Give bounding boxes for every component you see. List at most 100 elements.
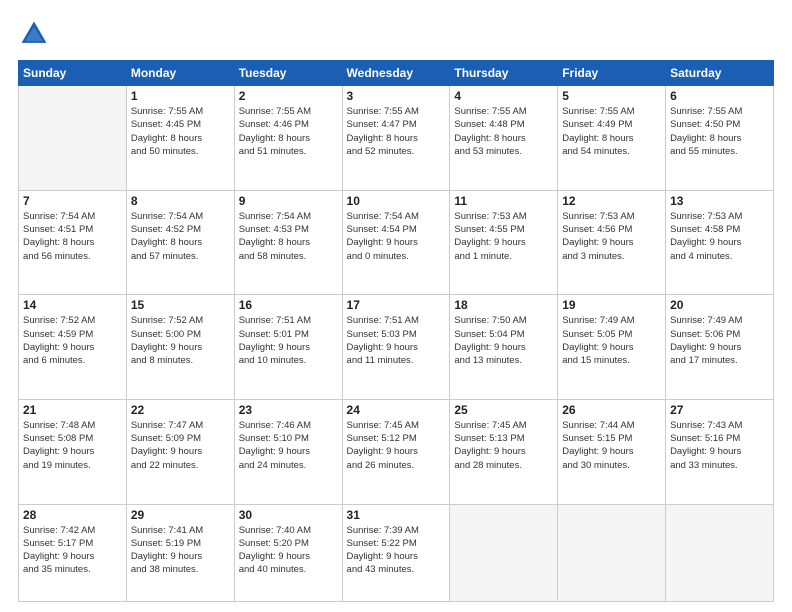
- day-cell: 1 Sunrise: 7:55 AM Sunset: 4:45 PM Daylig…: [126, 86, 234, 191]
- day-info: Sunrise: 7:53 AM Sunset: 4:58 PM Dayligh…: [670, 210, 769, 263]
- day-cell: 29 Sunrise: 7:41 AM Sunset: 5:19 PM Dayli…: [126, 504, 234, 602]
- day-info: Sunrise: 7:49 AM Sunset: 5:06 PM Dayligh…: [670, 314, 769, 367]
- day-info: Sunrise: 7:41 AM Sunset: 5:19 PM Dayligh…: [131, 524, 230, 577]
- day-cell: 15Sunrise: 7:52 AM Sunset: 5:00 PM Dayli…: [126, 295, 234, 400]
- day-number: 10: [347, 194, 446, 208]
- day-info: Sunrise: 7:45 AM Sunset: 5:13 PM Dayligh…: [454, 419, 553, 472]
- day-number: 17: [347, 298, 446, 312]
- day-cell: 20 Sunrise: 7:49 AM Sunset: 5:06 PM Dayli…: [666, 295, 774, 400]
- day-info: Sunrise: 7:46 AM Sunset: 5:10 PM Dayligh…: [239, 419, 338, 472]
- day-info: Sunrise: 7:55 AM Sunset: 4:48 PM Dayligh…: [454, 105, 553, 158]
- day-info: Sunrise: 7:44 AM Sunset: 5:15 PM Dayligh…: [562, 419, 661, 472]
- weekday-header: Tuesday: [234, 61, 342, 86]
- day-number: 18: [454, 298, 553, 312]
- day-cell: 4 Sunrise: 7:55 AM Sunset: 4:48 PM Daylig…: [450, 86, 558, 191]
- day-cell: [666, 504, 774, 602]
- week-row: 14 Sunrise: 7:52 AM Sunset: 4:59 PM Dayli…: [19, 295, 774, 400]
- day-cell: 14 Sunrise: 7:52 AM Sunset: 4:59 PM Dayli…: [19, 295, 127, 400]
- day-number: 1: [131, 89, 230, 103]
- weekday-header: Wednesday: [342, 61, 450, 86]
- day-info: Sunrise: 7:52 AM Sunset: 4:59 PM Dayligh…: [23, 314, 122, 367]
- day-cell: 31 Sunrise: 7:39 AM Sunset: 5:22 PM Dayli…: [342, 504, 450, 602]
- week-row: 1 Sunrise: 7:55 AM Sunset: 4:45 PM Daylig…: [19, 86, 774, 191]
- day-cell: 22Sunrise: 7:47 AM Sunset: 5:09 PM Dayli…: [126, 399, 234, 504]
- day-cell: 19 Sunrise: 7:49 AM Sunset: 5:05 PM Dayli…: [558, 295, 666, 400]
- day-info: Sunrise: 7:51 AM Sunset: 5:01 PM Dayligh…: [239, 314, 338, 367]
- week-row: 21 Sunrise: 7:48 AM Sunset: 5:08 PM Dayli…: [19, 399, 774, 504]
- weekday-header: Monday: [126, 61, 234, 86]
- day-cell: 23 Sunrise: 7:46 AM Sunset: 5:10 PM Dayli…: [234, 399, 342, 504]
- day-info: Sunrise: 7:54 AM Sunset: 4:54 PM Dayligh…: [347, 210, 446, 263]
- day-number: 29: [131, 508, 230, 522]
- day-info: Sunrise: 7:54 AM Sunset: 4:53 PM Dayligh…: [239, 210, 338, 263]
- day-info: Sunrise: 7:52 AM Sunset: 5:00 PM Dayligh…: [131, 314, 230, 367]
- day-cell: 2 Sunrise: 7:55 AM Sunset: 4:46 PM Daylig…: [234, 86, 342, 191]
- day-cell: 28Sunrise: 7:42 AM Sunset: 5:17 PM Dayli…: [19, 504, 127, 602]
- day-number: 25: [454, 403, 553, 417]
- page: SundayMondayTuesdayWednesdayThursdayFrid…: [0, 0, 792, 612]
- day-number: 6: [670, 89, 769, 103]
- day-info: Sunrise: 7:40 AM Sunset: 5:20 PM Dayligh…: [239, 524, 338, 577]
- calendar-table: SundayMondayTuesdayWednesdayThursdayFrid…: [18, 60, 774, 602]
- day-cell: 27Sunrise: 7:43 AM Sunset: 5:16 PM Dayli…: [666, 399, 774, 504]
- day-info: Sunrise: 7:45 AM Sunset: 5:12 PM Dayligh…: [347, 419, 446, 472]
- day-info: Sunrise: 7:55 AM Sunset: 4:50 PM Dayligh…: [670, 105, 769, 158]
- day-number: 5: [562, 89, 661, 103]
- day-number: 11: [454, 194, 553, 208]
- logo-icon: [18, 18, 50, 50]
- day-cell: 7 Sunrise: 7:54 AM Sunset: 4:51 PM Daylig…: [19, 190, 127, 295]
- day-info: Sunrise: 7:54 AM Sunset: 4:51 PM Dayligh…: [23, 210, 122, 263]
- day-number: 4: [454, 89, 553, 103]
- week-row: 7 Sunrise: 7:54 AM Sunset: 4:51 PM Daylig…: [19, 190, 774, 295]
- day-cell: 25 Sunrise: 7:45 AM Sunset: 5:13 PM Dayli…: [450, 399, 558, 504]
- day-cell: [450, 504, 558, 602]
- day-info: Sunrise: 7:54 AM Sunset: 4:52 PM Dayligh…: [131, 210, 230, 263]
- logo: [18, 18, 54, 50]
- weekday-header: Thursday: [450, 61, 558, 86]
- day-info: Sunrise: 7:55 AM Sunset: 4:49 PM Dayligh…: [562, 105, 661, 158]
- day-cell: 6 Sunrise: 7:55 AM Sunset: 4:50 PM Daylig…: [666, 86, 774, 191]
- day-cell: 24Sunrise: 7:45 AM Sunset: 5:12 PM Dayli…: [342, 399, 450, 504]
- day-number: 27: [670, 403, 769, 417]
- day-cell: [19, 86, 127, 191]
- day-info: Sunrise: 7:48 AM Sunset: 5:08 PM Dayligh…: [23, 419, 122, 472]
- day-cell: 26 Sunrise: 7:44 AM Sunset: 5:15 PM Dayli…: [558, 399, 666, 504]
- day-info: Sunrise: 7:47 AM Sunset: 5:09 PM Dayligh…: [131, 419, 230, 472]
- day-number: 2: [239, 89, 338, 103]
- day-cell: 21 Sunrise: 7:48 AM Sunset: 5:08 PM Dayli…: [19, 399, 127, 504]
- header: [18, 18, 774, 50]
- day-number: 31: [347, 508, 446, 522]
- day-cell: 18 Sunrise: 7:50 AM Sunset: 5:04 PM Dayli…: [450, 295, 558, 400]
- day-number: 19: [562, 298, 661, 312]
- weekday-header: Sunday: [19, 61, 127, 86]
- day-cell: 3Sunrise: 7:55 AM Sunset: 4:47 PM Daylig…: [342, 86, 450, 191]
- day-cell: [558, 504, 666, 602]
- day-number: 23: [239, 403, 338, 417]
- day-number: 12: [562, 194, 661, 208]
- day-info: Sunrise: 7:50 AM Sunset: 5:04 PM Dayligh…: [454, 314, 553, 367]
- day-cell: 17Sunrise: 7:51 AM Sunset: 5:03 PM Dayli…: [342, 295, 450, 400]
- day-info: Sunrise: 7:55 AM Sunset: 4:45 PM Dayligh…: [131, 105, 230, 158]
- day-number: 26: [562, 403, 661, 417]
- day-info: Sunrise: 7:39 AM Sunset: 5:22 PM Dayligh…: [347, 524, 446, 577]
- day-number: 9: [239, 194, 338, 208]
- day-cell: 10 Sunrise: 7:54 AM Sunset: 4:54 PM Dayli…: [342, 190, 450, 295]
- day-number: 14: [23, 298, 122, 312]
- day-number: 13: [670, 194, 769, 208]
- day-cell: 16Sunrise: 7:51 AM Sunset: 5:01 PM Dayli…: [234, 295, 342, 400]
- day-cell: 12 Sunrise: 7:53 AM Sunset: 4:56 PM Dayli…: [558, 190, 666, 295]
- day-number: 7: [23, 194, 122, 208]
- day-number: 8: [131, 194, 230, 208]
- day-info: Sunrise: 7:53 AM Sunset: 4:56 PM Dayligh…: [562, 210, 661, 263]
- weekday-header: Friday: [558, 61, 666, 86]
- day-number: 21: [23, 403, 122, 417]
- header-row: SundayMondayTuesdayWednesdayThursdayFrid…: [19, 61, 774, 86]
- day-cell: 13 Sunrise: 7:53 AM Sunset: 4:58 PM Dayli…: [666, 190, 774, 295]
- day-info: Sunrise: 7:49 AM Sunset: 5:05 PM Dayligh…: [562, 314, 661, 367]
- day-info: Sunrise: 7:55 AM Sunset: 4:46 PM Dayligh…: [239, 105, 338, 158]
- day-cell: 11 Sunrise: 7:53 AM Sunset: 4:55 PM Dayli…: [450, 190, 558, 295]
- day-number: 30: [239, 508, 338, 522]
- day-info: Sunrise: 7:53 AM Sunset: 4:55 PM Dayligh…: [454, 210, 553, 263]
- day-number: 20: [670, 298, 769, 312]
- day-info: Sunrise: 7:42 AM Sunset: 5:17 PM Dayligh…: [23, 524, 122, 577]
